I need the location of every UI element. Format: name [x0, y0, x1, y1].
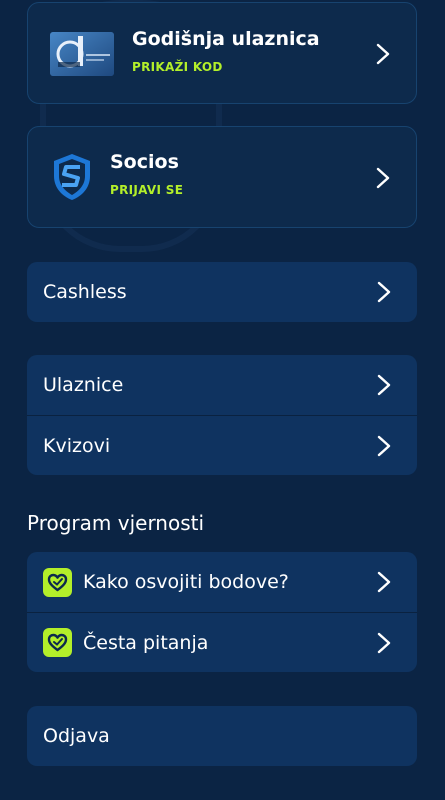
- menu-item-kvizovi[interactable]: Kvizovi: [27, 415, 417, 475]
- chevron-right-icon: [376, 167, 390, 189]
- loyalty-heart-icon: [43, 567, 72, 597]
- menu-item-label: Kako osvojiti bodove?: [83, 571, 289, 593]
- menu-item-label: Ulaznice: [43, 374, 124, 396]
- socios-logo-icon: [54, 154, 90, 200]
- menu-item-how-to-earn-points[interactable]: Kako osvojiti bodove?: [27, 552, 417, 612]
- menu-item-cashless[interactable]: Cashless: [27, 262, 417, 322]
- season-ticket-icon: [50, 32, 114, 76]
- cashless-panel: Cashless: [27, 262, 417, 322]
- socios-card[interactable]: Socios PRIJAVI SE: [27, 126, 417, 228]
- chevron-right-icon: [377, 281, 391, 303]
- logout-label: Odjava: [43, 725, 110, 747]
- logout-panel: Odjava: [27, 706, 417, 766]
- logout-button[interactable]: Odjava: [27, 706, 417, 766]
- loyalty-panel: Kako osvojiti bodove? Česta pitanja: [27, 552, 417, 672]
- chevron-right-icon: [377, 632, 391, 654]
- menu-item-ulaznice[interactable]: Ulaznice: [27, 355, 417, 415]
- menu-item-faq[interactable]: Česta pitanja: [27, 612, 417, 672]
- menu-item-label: Cashless: [43, 281, 127, 303]
- menu-item-label: Kvizovi: [43, 434, 111, 457]
- chevron-right-icon: [377, 435, 391, 457]
- loyalty-section-heading: Program vjernosti: [27, 511, 205, 535]
- tickets-quizzes-panel: Ulaznice Kvizovi: [27, 355, 417, 475]
- chevron-right-icon: [376, 43, 390, 65]
- socios-action: PRIJAVI SE: [110, 183, 184, 197]
- season-ticket-action: PRIKAŽI KOD: [132, 60, 223, 74]
- chevron-right-icon: [377, 571, 391, 593]
- chevron-right-icon: [377, 374, 391, 396]
- loyalty-heart-icon: [43, 628, 72, 657]
- menu-item-label: Česta pitanja: [83, 631, 209, 654]
- season-ticket-title: Godišnja ulaznica: [132, 28, 320, 50]
- socios-title: Socios: [110, 151, 179, 173]
- season-ticket-card[interactable]: Godišnja ulaznica PRIKAŽI KOD: [27, 2, 417, 104]
